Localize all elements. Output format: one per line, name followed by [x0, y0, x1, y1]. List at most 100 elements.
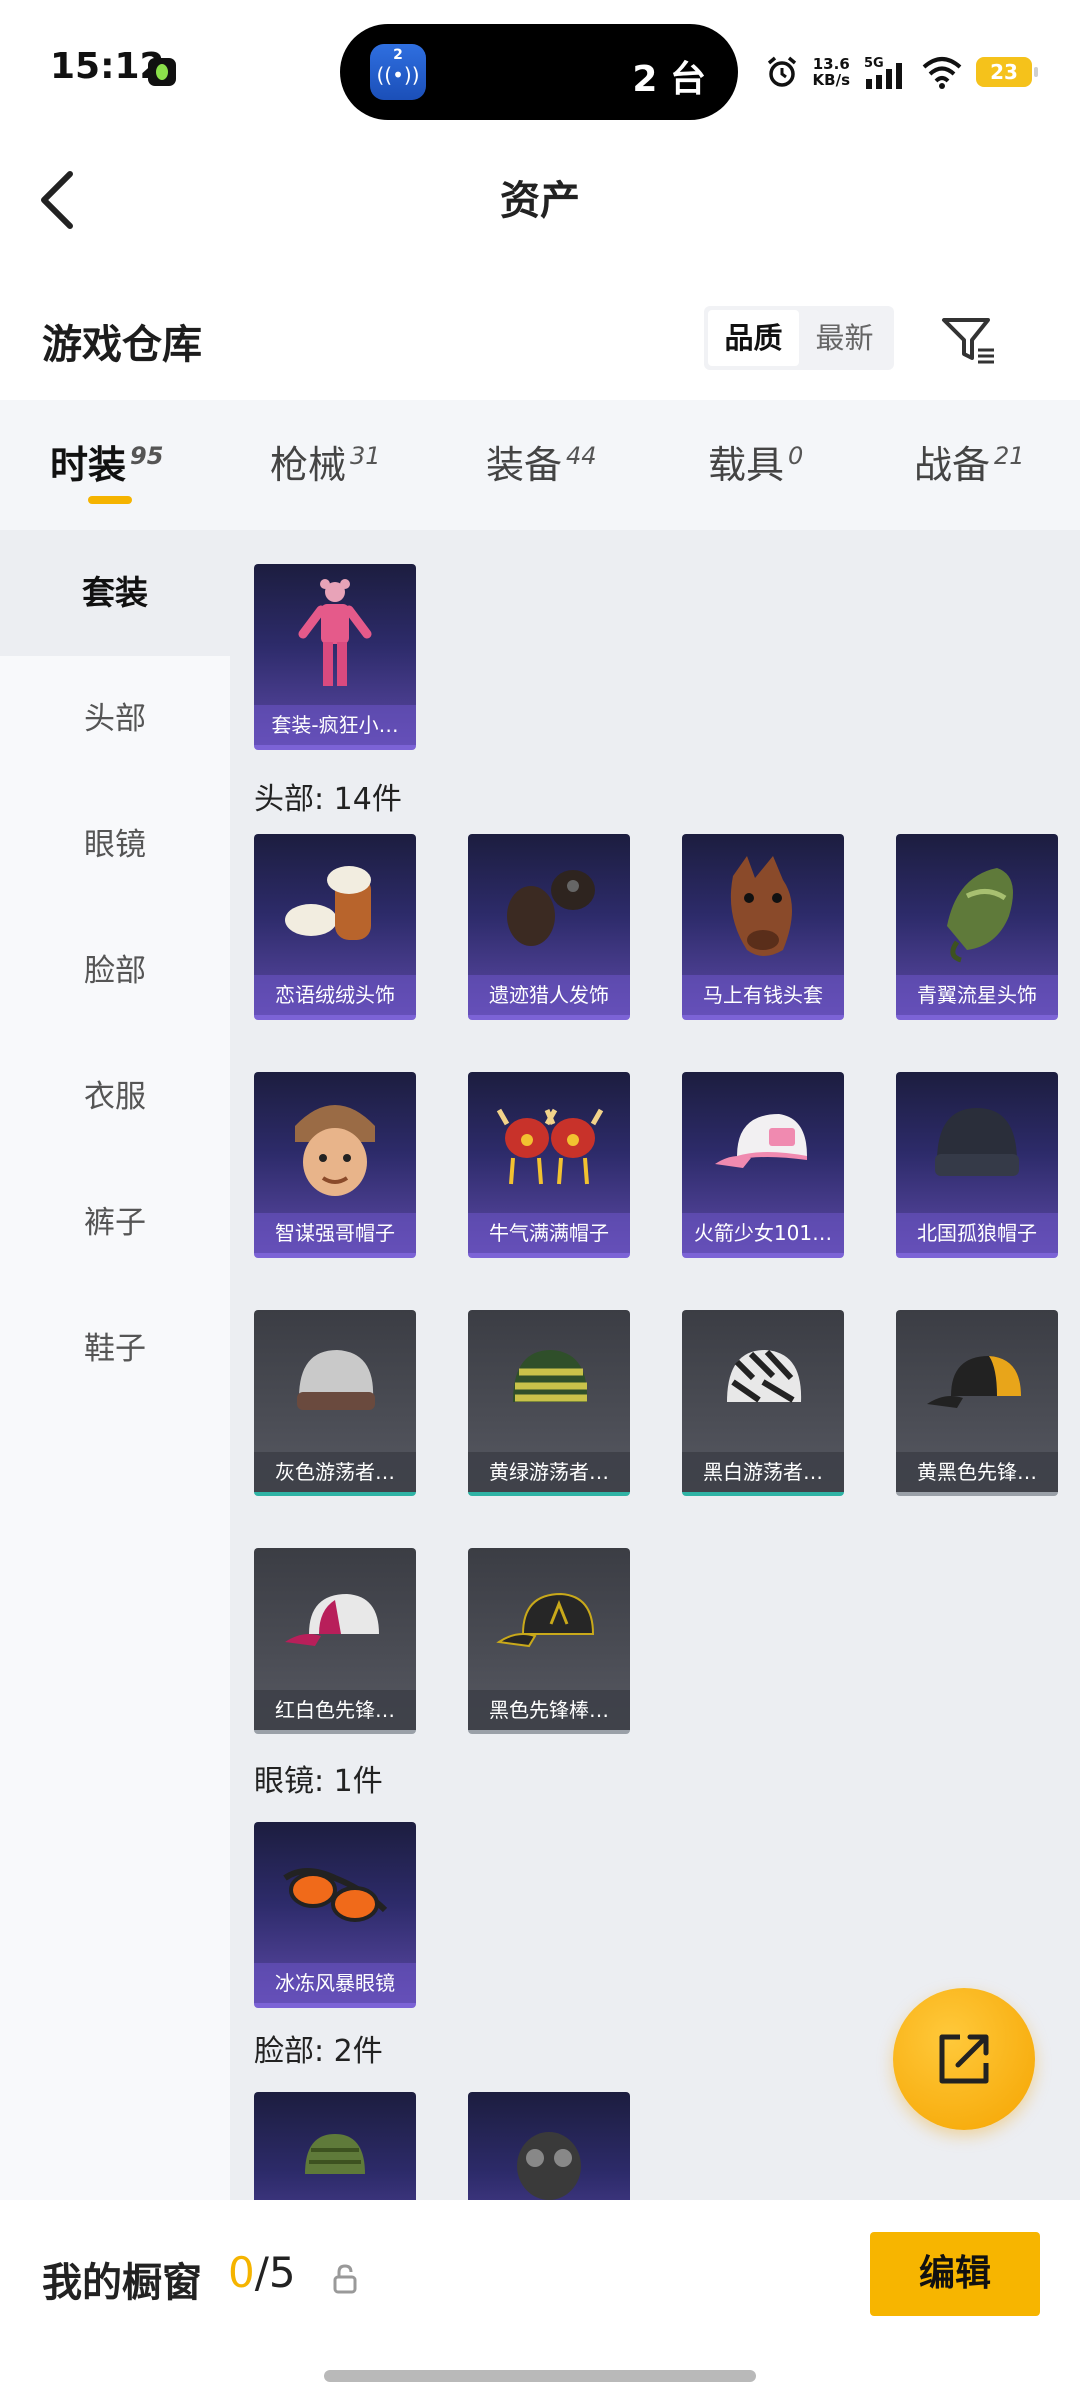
share-icon: [939, 2034, 989, 2084]
ox-hat-icon: [496, 1108, 604, 1185]
status-bar: 15:12 2 ((•)) 2 台 13.6 KB/s 5G 23: [0, 0, 1080, 140]
item-card[interactable]: 北国孤狼帽子: [896, 1072, 1058, 1258]
group-label-glasses: 眼镜: 1件: [254, 1764, 383, 1799]
warehouse-header: 游戏仓库 品质 最新: [0, 260, 1080, 400]
item-card[interactable]: 马上有钱头套: [682, 834, 844, 1020]
sidebar-item-head[interactable]: 头部: [0, 656, 230, 782]
tab-battle-supplies[interactable]: 战备 21: [914, 434, 1025, 489]
item-card[interactable]: 黑色先锋棒…: [468, 1548, 630, 1734]
item-card[interactable]: [468, 2092, 630, 2200]
item-name: 冰冻风暴眼镜: [254, 1963, 416, 2003]
item-card[interactable]: 恋语绒绒头饰: [254, 834, 416, 1020]
svg-text:5G: 5G: [864, 56, 884, 71]
tab-indicator: [88, 496, 132, 504]
alarm-icon: [767, 56, 796, 87]
filter-icon[interactable]: [938, 310, 998, 370]
item-name: 火箭少女101…: [682, 1213, 844, 1253]
item-card[interactable]: 黑白游荡者…: [682, 1310, 844, 1496]
lock-icon: [333, 2264, 357, 2294]
tab-fashion[interactable]: 时装 95: [50, 434, 163, 489]
orange-goggles-icon: [283, 1868, 388, 1922]
sort-by-newest[interactable]: 最新: [799, 310, 890, 366]
category-tabs: 时装 95 枪械 31 装备 44 载具 0 战备 21: [0, 400, 1080, 530]
item-card[interactable]: 红白色先锋…: [254, 1548, 416, 1734]
item-card[interactable]: 冰冻风暴眼镜: [254, 1822, 416, 2008]
share-button[interactable]: [893, 1988, 1035, 2130]
black-cap-icon: [496, 1592, 595, 1648]
yellow-black-cap-icon: [927, 1356, 1021, 1408]
app-notify-icon: [148, 58, 176, 86]
item-card[interactable]: 牛气满满帽子: [468, 1072, 630, 1258]
island-device-count: 2 台: [632, 59, 706, 100]
red-white-cap-icon: [285, 1594, 379, 1646]
item-name: 套装-疯狂小…: [254, 705, 416, 745]
pink-suit-icon: [298, 579, 372, 686]
item-grid: 套装-疯狂小… 头部: 14件 恋语绒绒头饰 遗迹猎人发饰 马上有钱头套 青翼流…: [230, 530, 1080, 2200]
item-card[interactable]: 黄绿游荡者…: [468, 1310, 630, 1496]
showcase-count: 0/5: [228, 2248, 296, 2297]
item-name: 北国孤狼帽子: [896, 1213, 1058, 1253]
item-name: 黄绿游荡者…: [468, 1452, 630, 1492]
cast-app-icon: 2 ((•)): [370, 44, 426, 100]
plague-mask-icon: [517, 2132, 581, 2200]
item-name: 马上有钱头套: [682, 975, 844, 1015]
signal-icon: 5G: [864, 56, 902, 89]
item-card[interactable]: 灰色游荡者…: [254, 1310, 416, 1496]
black-beanie-icon: [935, 1108, 1019, 1176]
item-name: 黑白游荡者…: [682, 1452, 844, 1492]
green-wing-headwear-icon: [947, 868, 1013, 963]
item-card[interactable]: 套装-疯狂小…: [254, 564, 416, 750]
item-card[interactable]: 黄黑色先锋…: [896, 1310, 1058, 1496]
grey-beanie-icon: [297, 1350, 375, 1410]
item-name: 恋语绒绒头饰: [254, 975, 416, 1015]
item-name: 智谋强哥帽子: [254, 1213, 416, 1253]
tab-equipment[interactable]: 装备 44: [486, 434, 597, 489]
status-icons: 13.6 KB/s 5G 23: [765, 50, 1038, 94]
dynamic-island[interactable]: 2 ((•)) 2 台: [340, 24, 738, 120]
item-name: 遗迹猎人发饰: [468, 975, 630, 1015]
item-card[interactable]: [254, 2092, 416, 2200]
group-label-head: 头部: 14件: [254, 782, 402, 817]
sidebar-item-pants[interactable]: 裤子: [0, 1160, 230, 1286]
net-speed: 13.6 KB/s: [812, 55, 850, 89]
edit-button[interactable]: 编辑: [870, 2232, 1040, 2316]
wifi-icon: [922, 57, 962, 89]
showcase-title: 我的橱窗: [42, 2260, 202, 2306]
hunter-hair-icon: [507, 870, 595, 946]
item-card[interactable]: 青翼流星头饰: [896, 834, 1058, 1020]
group-label-face: 脸部: 2件: [254, 2034, 383, 2069]
sidebar-item-face[interactable]: 脸部: [0, 908, 230, 1034]
sidebar-item-glasses[interactable]: 眼镜: [0, 782, 230, 908]
sort-by-quality[interactable]: 品质: [708, 310, 799, 366]
fluffy-headwear-icon: [285, 866, 371, 940]
striped-beanie-icon: [513, 1350, 588, 1402]
green-mask-icon: [305, 2134, 365, 2174]
item-name: 灰色游荡者…: [254, 1452, 416, 1492]
sort-toggle: 品质 最新: [704, 306, 894, 370]
tab-vehicles[interactable]: 载具 0: [708, 434, 803, 489]
pink-cap-icon: [715, 1114, 807, 1168]
battery-icon: 23: [976, 57, 1038, 87]
item-card[interactable]: 智谋强哥帽子: [254, 1072, 416, 1258]
nav-bar: 资产: [0, 140, 1080, 260]
zebra-beanie-icon: [727, 1349, 802, 1403]
content-area[interactable]: 套装 头部 眼镜 脸部 衣服 裤子 鞋子 套装-疯狂小… 头部: 14件 恋语绒…: [0, 530, 1080, 2200]
item-name: 牛气满满帽子: [468, 1213, 630, 1253]
tab-guns[interactable]: 枪械 31: [270, 434, 381, 489]
item-name: 黄黑色先锋…: [896, 1452, 1058, 1492]
item-card[interactable]: 遗迹猎人发饰: [468, 834, 630, 1020]
sidebar: 套装 头部 眼镜 脸部 衣服 裤子 鞋子: [0, 530, 230, 2200]
sidebar-item-shoes[interactable]: 鞋子: [0, 1286, 230, 1412]
item-name: 黑色先锋棒…: [468, 1690, 630, 1730]
fur-hat-head-icon: [295, 1105, 375, 1196]
sidebar-item-clothes[interactable]: 衣服: [0, 1034, 230, 1160]
showcase-bar: 我的橱窗 0/5 编辑: [0, 2200, 1080, 2400]
warehouse-title: 游戏仓库: [42, 322, 202, 368]
item-name: 红白色先锋…: [254, 1690, 416, 1730]
sidebar-item-suit[interactable]: 套装: [0, 530, 230, 656]
item-card[interactable]: 火箭少女101…: [682, 1072, 844, 1258]
horse-mask-icon: [730, 856, 792, 956]
item-name: 青翼流星头饰: [896, 975, 1058, 1015]
page-title: 资产: [500, 178, 580, 224]
home-indicator[interactable]: [324, 2370, 756, 2382]
